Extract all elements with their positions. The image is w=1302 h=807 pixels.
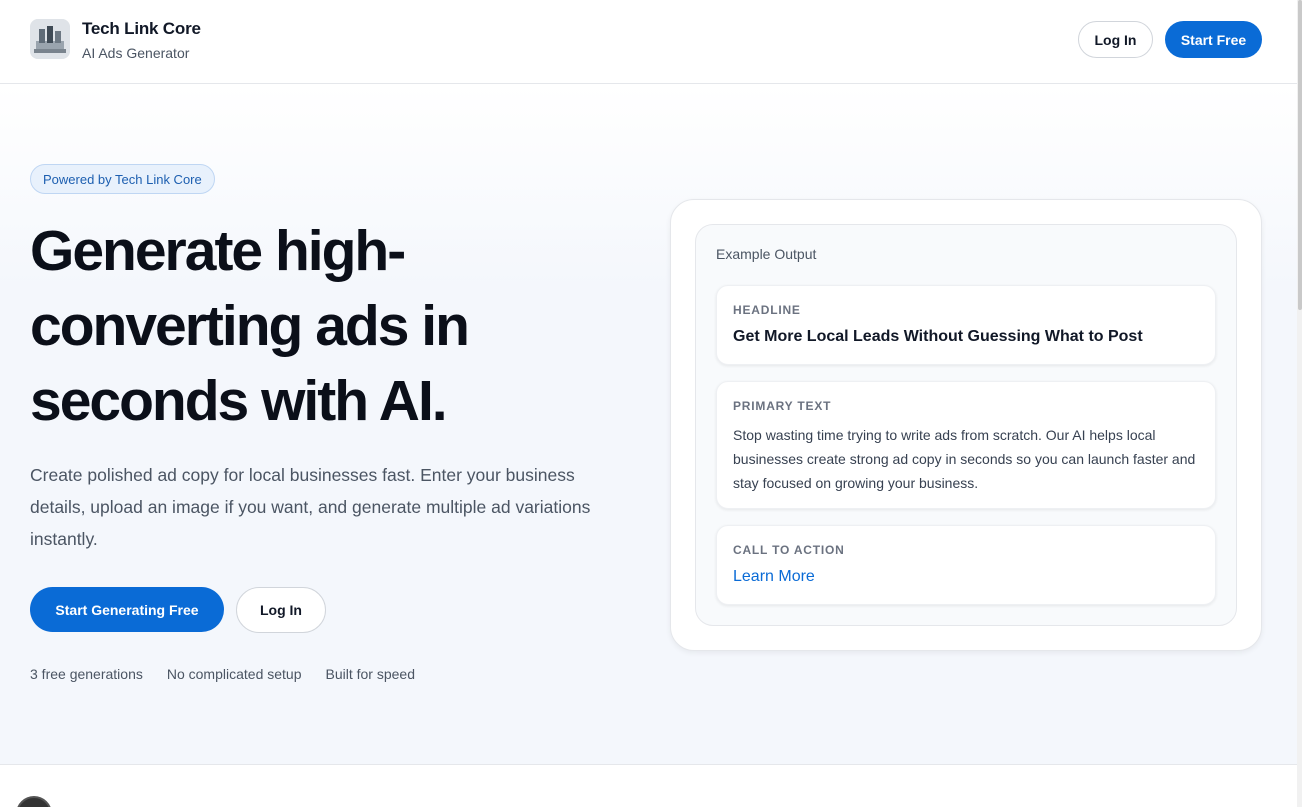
cta-block: CALL TO ACTION Learn More xyxy=(716,525,1216,605)
primary-text-label: PRIMARY TEXT xyxy=(733,399,832,413)
login-button[interactable]: Log In xyxy=(1078,21,1153,58)
start-generating-button[interactable]: Start Generating Free xyxy=(30,587,224,632)
brand-name: Tech Link Core xyxy=(82,19,201,38)
feature-item: Built for speed xyxy=(325,666,416,682)
primary-text-block: PRIMARY TEXT Stop wasting time trying to… xyxy=(716,381,1216,509)
headline-label: HEADLINE xyxy=(733,303,801,317)
example-output-title: Example Output xyxy=(716,246,817,262)
feature-list: 3 free generations No complicated setup … xyxy=(30,666,415,682)
headline-block: HEADLINE Get More Local Leads Without Gu… xyxy=(716,285,1216,365)
hero-description: Create polished ad copy for local busine… xyxy=(30,465,591,549)
brand-subtitle: AI Ads Generator xyxy=(82,45,190,61)
primary-text-value: Stop wasting time trying to write ads fr… xyxy=(733,427,1196,491)
headline-value: Get More Local Leads Without Guessing Wh… xyxy=(733,328,1143,345)
brand-logo[interactable] xyxy=(30,19,70,59)
start-free-button[interactable]: Start Free xyxy=(1165,21,1262,58)
hero-login-button[interactable]: Log In xyxy=(236,587,326,633)
scrollbar-thumb[interactable] xyxy=(1298,0,1302,310)
hero-headline: Generate high-converting ads in seconds … xyxy=(30,219,470,433)
avatar[interactable] xyxy=(16,796,52,807)
cta-value: Learn More xyxy=(733,568,815,585)
feature-item: 3 free generations xyxy=(30,666,143,682)
top-nav: Tech Link Core AI Ads Generator Log In S… xyxy=(0,0,1297,84)
feature-item: No complicated setup xyxy=(166,666,302,682)
powered-by-badge: Powered by Tech Link Core xyxy=(30,164,215,194)
cta-label: CALL TO ACTION xyxy=(733,543,845,557)
